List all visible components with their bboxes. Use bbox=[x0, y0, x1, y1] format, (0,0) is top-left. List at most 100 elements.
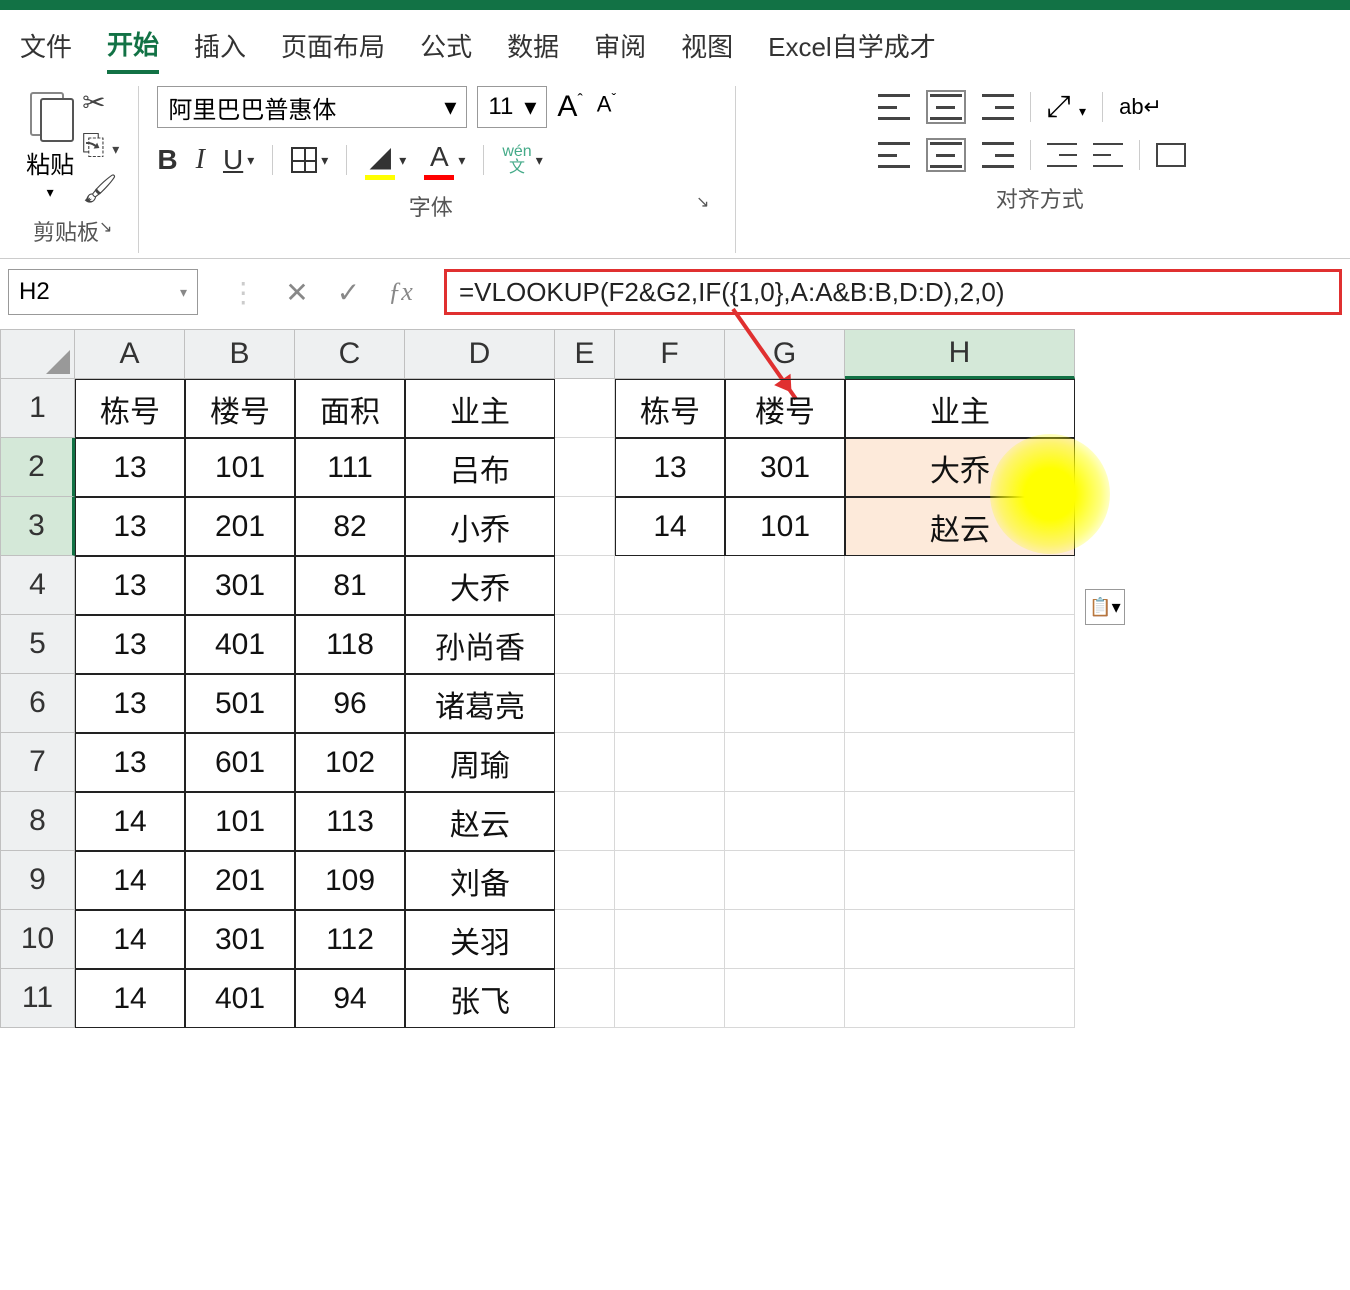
cell-G5[interactable] bbox=[725, 615, 845, 674]
cell-C3[interactable]: 82 bbox=[295, 497, 405, 556]
cell-B3[interactable]: 201 bbox=[185, 497, 295, 556]
cell-D6[interactable]: 诸葛亮 bbox=[405, 674, 555, 733]
tab-review[interactable]: 审阅 bbox=[594, 27, 646, 72]
cell-G4[interactable] bbox=[725, 556, 845, 615]
merge-cells-button[interactable] bbox=[1156, 143, 1186, 167]
cell-B2[interactable]: 101 bbox=[185, 438, 295, 497]
name-box[interactable]: H2 ▾ bbox=[8, 269, 198, 315]
cell-E6[interactable] bbox=[555, 674, 615, 733]
increase-font-button[interactable]: Aˆ bbox=[557, 90, 582, 124]
cell-G10[interactable] bbox=[725, 910, 845, 969]
cell-A2[interactable]: 13 bbox=[75, 438, 185, 497]
bold-button[interactable]: B bbox=[157, 144, 177, 176]
phonetic-guide-button[interactable]: wén文 ▾ bbox=[502, 144, 542, 176]
cell-E11[interactable] bbox=[555, 969, 615, 1028]
cell-C4[interactable]: 81 bbox=[295, 556, 405, 615]
cell-C7[interactable]: 102 bbox=[295, 733, 405, 792]
cell-H5[interactable] bbox=[845, 615, 1075, 674]
font-dialog-launcher[interactable]: ↘ bbox=[696, 192, 709, 212]
cell-E5[interactable] bbox=[555, 615, 615, 674]
align-middle-button[interactable] bbox=[930, 94, 962, 120]
row-header-2[interactable]: 2 bbox=[0, 438, 75, 497]
cell-E7[interactable] bbox=[555, 733, 615, 792]
cell-E3[interactable] bbox=[555, 497, 615, 556]
cell-B4[interactable]: 301 bbox=[185, 556, 295, 615]
clipboard-dialog-launcher[interactable]: ↘ bbox=[99, 217, 112, 237]
cell-G9[interactable] bbox=[725, 851, 845, 910]
font-color-button[interactable]: A ▾ bbox=[424, 141, 465, 180]
cell-H1[interactable]: 业主 bbox=[845, 379, 1075, 438]
cell-B9[interactable]: 201 bbox=[185, 851, 295, 910]
cell-F9[interactable] bbox=[615, 851, 725, 910]
cell-D11[interactable]: 张飞 bbox=[405, 969, 555, 1028]
cell-B6[interactable]: 501 bbox=[185, 674, 295, 733]
cell-F7[interactable] bbox=[615, 733, 725, 792]
cell-D9[interactable]: 刘备 bbox=[405, 851, 555, 910]
cell-A8[interactable]: 14 bbox=[75, 792, 185, 851]
row-header-3[interactable]: 3 bbox=[0, 497, 75, 556]
row-header-1[interactable]: 1 bbox=[0, 379, 75, 438]
cell-H9[interactable] bbox=[845, 851, 1075, 910]
col-header-B[interactable]: B bbox=[185, 329, 295, 379]
tab-home[interactable]: 开始 bbox=[107, 25, 159, 74]
cancel-formula-button[interactable]: ✕ bbox=[285, 276, 308, 309]
tab-data[interactable]: 数据 bbox=[507, 27, 559, 72]
copy-button[interactable]: ⎘ ▾ bbox=[82, 129, 119, 162]
cell-A9[interactable]: 14 bbox=[75, 851, 185, 910]
col-header-C[interactable]: C bbox=[295, 329, 405, 379]
decrease-indent-button[interactable] bbox=[1047, 143, 1077, 167]
row-header-10[interactable]: 10 bbox=[0, 910, 75, 969]
border-button[interactable]: ▾ bbox=[291, 147, 328, 173]
decrease-font-button[interactable]: Aˇ bbox=[597, 90, 616, 117]
formula-input[interactable]: =VLOOKUP(F2&G2,IF({1,0},A:A&B:B,D:D),2,0… bbox=[444, 269, 1342, 315]
tab-insert[interactable]: 插入 bbox=[194, 27, 246, 72]
cell-B11[interactable]: 401 bbox=[185, 969, 295, 1028]
cell-F6[interactable] bbox=[615, 674, 725, 733]
row-header-8[interactable]: 8 bbox=[0, 792, 75, 851]
tab-view[interactable]: 视图 bbox=[681, 27, 733, 72]
tab-pagelayout[interactable]: 页面布局 bbox=[281, 27, 385, 72]
tab-excel-self[interactable]: Excel自学成才 bbox=[768, 27, 936, 72]
cell-A11[interactable]: 14 bbox=[75, 969, 185, 1028]
cell-H10[interactable] bbox=[845, 910, 1075, 969]
cell-E8[interactable] bbox=[555, 792, 615, 851]
cell-C8[interactable]: 113 bbox=[295, 792, 405, 851]
col-header-H[interactable]: H bbox=[845, 329, 1075, 379]
cell-A3[interactable]: 13 bbox=[75, 497, 185, 556]
cell-A10[interactable]: 14 bbox=[75, 910, 185, 969]
orientation-button[interactable]: ⤢ ▾ bbox=[1047, 90, 1086, 124]
cell-G11[interactable] bbox=[725, 969, 845, 1028]
tab-file[interactable]: 文件 bbox=[20, 27, 72, 72]
paste-button[interactable]: 粘贴 ▾ bbox=[26, 86, 74, 201]
align-left-button[interactable] bbox=[878, 142, 910, 168]
cell-A6[interactable]: 13 bbox=[75, 674, 185, 733]
fill-color-button[interactable]: ◢ ▾ bbox=[365, 140, 406, 180]
cell-H11[interactable] bbox=[845, 969, 1075, 1028]
cell-D2[interactable]: 吕布 bbox=[405, 438, 555, 497]
cell-F5[interactable] bbox=[615, 615, 725, 674]
increase-indent-button[interactable] bbox=[1093, 143, 1123, 167]
cell-H3[interactable]: 赵云 bbox=[845, 497, 1075, 556]
cell-D7[interactable]: 周瑜 bbox=[405, 733, 555, 792]
font-name-select[interactable]: 阿里巴巴普惠体 ▾ bbox=[157, 86, 467, 128]
cell-D10[interactable]: 关羽 bbox=[405, 910, 555, 969]
cell-D1[interactable]: 业主 bbox=[405, 379, 555, 438]
cell-B8[interactable]: 101 bbox=[185, 792, 295, 851]
formula-menu-icon[interactable]: ⋮ bbox=[229, 276, 257, 309]
cell-A7[interactable]: 13 bbox=[75, 733, 185, 792]
cell-D5[interactable]: 孙尚香 bbox=[405, 615, 555, 674]
align-bottom-button[interactable] bbox=[982, 94, 1014, 120]
cell-C11[interactable]: 94 bbox=[295, 969, 405, 1028]
cell-B7[interactable]: 601 bbox=[185, 733, 295, 792]
underline-button[interactable]: U ▾ bbox=[223, 144, 254, 176]
cell-E4[interactable] bbox=[555, 556, 615, 615]
row-header-5[interactable]: 5 bbox=[0, 615, 75, 674]
cell-G3[interactable]: 101 bbox=[725, 497, 845, 556]
col-header-A[interactable]: A bbox=[75, 329, 185, 379]
cell-G6[interactable] bbox=[725, 674, 845, 733]
cell-D4[interactable]: 大乔 bbox=[405, 556, 555, 615]
cell-G8[interactable] bbox=[725, 792, 845, 851]
col-header-E[interactable]: E bbox=[555, 329, 615, 379]
cell-H4[interactable] bbox=[845, 556, 1075, 615]
cell-F8[interactable] bbox=[615, 792, 725, 851]
